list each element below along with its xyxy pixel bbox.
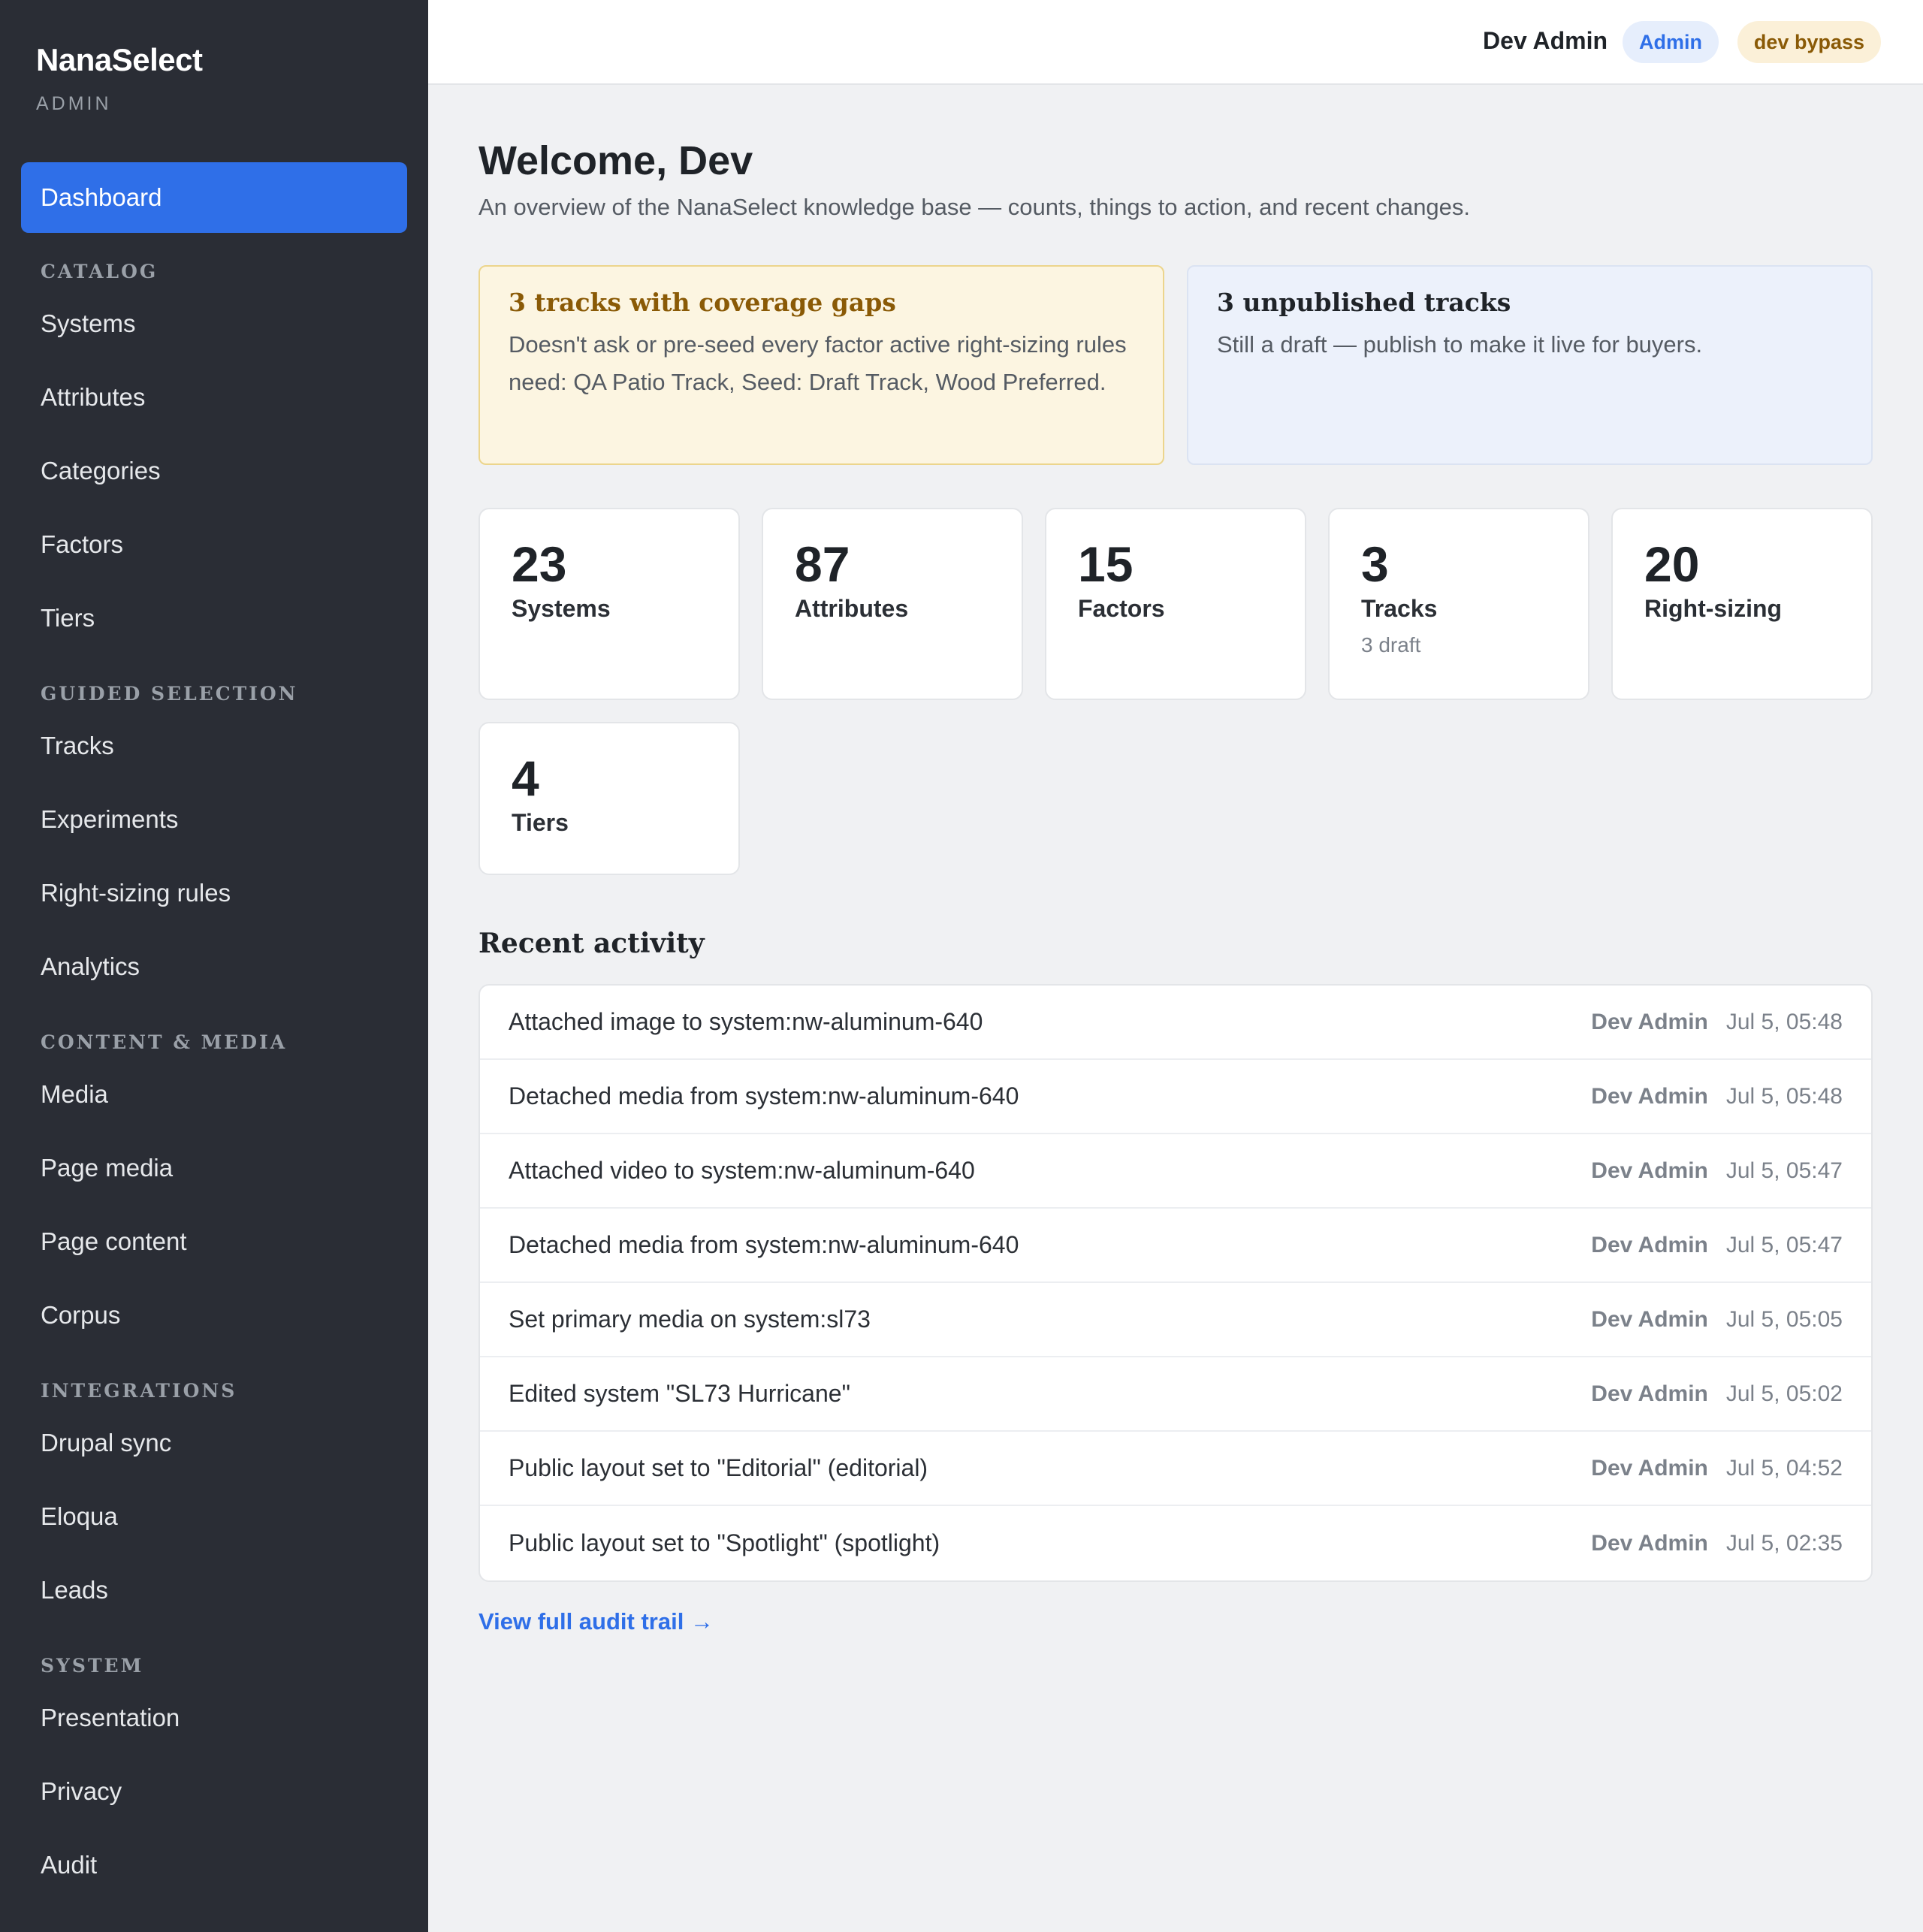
activity-row: Edited system "SL73 Hurricane" Dev Admin J…: [480, 1357, 1871, 1432]
sidebar-item-right-sizing-rules[interactable]: Right-sizing rules: [21, 856, 407, 930]
stat-label: Factors: [1078, 595, 1165, 622]
activity-user: Dev Admin: [1591, 1232, 1708, 1257]
activity-user: Dev Admin: [1591, 1455, 1708, 1481]
activity-row: Public layout set to "Editorial" (editor…: [480, 1432, 1871, 1506]
sidebar-item-tiers[interactable]: Tiers: [21, 581, 407, 655]
sidebar-item-presentation[interactable]: Presentation: [21, 1681, 407, 1755]
stat-label: Tracks: [1361, 595, 1438, 622]
sidebar-item-experiments[interactable]: Experiments: [21, 783, 407, 856]
sidebar-item-leads[interactable]: Leads: [21, 1553, 407, 1627]
brand-name: NanaSelect: [36, 42, 203, 77]
page-subtitle: An overview of the NanaSelect knowledge …: [478, 194, 1471, 220]
activity-row: Detached media from system:nw-aluminum-6…: [480, 1060, 1871, 1134]
stat-card-tracks[interactable]: 3 Tracks 3 draft: [1328, 508, 1589, 700]
activity-timestamp: Jul 5, 05:02: [1725, 1381, 1843, 1406]
stat-card-attributes[interactable]: 87 Attributes: [762, 508, 1023, 700]
page-title: Welcome, Dev: [478, 138, 753, 183]
sidebar: NanaSelect ADMIN Dashboard CATALOG Systems…: [0, 0, 428, 1932]
sidebar-section-integrations: INTEGRATIONS: [41, 1380, 237, 1402]
activity-row: Attached video to system:nw-aluminum-640…: [480, 1134, 1871, 1209]
dev-bypass-badge: dev bypass: [1737, 21, 1881, 63]
sidebar-item-audit[interactable]: Audit: [21, 1828, 407, 1902]
brand-subtitle: ADMIN: [36, 93, 112, 114]
activity-description: Public layout set to "Spotlight" (spotli…: [509, 1529, 940, 1556]
sidebar-item-analytics[interactable]: Analytics: [21, 930, 407, 1004]
sidebar-item-corpus[interactable]: Corpus: [21, 1278, 407, 1352]
activity-description: Edited system "SL73 Hurricane": [509, 1380, 850, 1407]
stat-card-tiers[interactable]: 4 Tiers: [478, 722, 740, 875]
stat-label: Attributes: [795, 595, 909, 622]
view-audit-trail-link[interactable]: View full audit trail →: [478, 1608, 714, 1635]
activity-user: Dev Admin: [1591, 1530, 1708, 1556]
sidebar-nav: Dashboard CATALOG Systems Attributes Categor…: [21, 162, 407, 1902]
stat-label: Right-sizing: [1644, 595, 1783, 622]
activity-timestamp: Jul 5, 04:52: [1725, 1455, 1843, 1481]
activity-row: Detached media from system:nw-aluminum-6…: [480, 1209, 1871, 1283]
unpublished-tracks-body: Still a draft — publish to make it live …: [1217, 331, 1703, 358]
sidebar-item-categories[interactable]: Categories: [21, 434, 407, 508]
sidebar-item-page-media[interactable]: Page media: [21, 1131, 407, 1205]
stat-card-right-sizing[interactable]: 20 Right-sizing: [1611, 508, 1873, 700]
activity-timestamp: Jul 5, 05:47: [1725, 1232, 1843, 1257]
sidebar-item-media[interactable]: Media: [21, 1058, 407, 1131]
sidebar-item-tracks[interactable]: Tracks: [21, 709, 407, 783]
activity-description: Detached media from system:nw-aluminum-6…: [509, 1231, 1019, 1258]
sidebar-item-dashboard[interactable]: Dashboard: [21, 162, 407, 233]
current-user-name: Dev Admin: [1483, 27, 1608, 54]
stat-label: Tiers: [512, 809, 569, 836]
sidebar-item-privacy[interactable]: Privacy: [21, 1755, 407, 1828]
stat-value: 20: [1644, 536, 1700, 592]
sidebar-section-guided-selection: GUIDED SELECTION: [41, 683, 298, 705]
sidebar-item-systems[interactable]: Systems: [21, 287, 407, 361]
stat-value: 87: [795, 536, 850, 592]
sidebar-item-eloqua[interactable]: Eloqua: [21, 1480, 407, 1553]
activity-description: Public layout set to "Editorial" (editor…: [509, 1454, 928, 1481]
activity-user: Dev Admin: [1591, 1306, 1708, 1332]
coverage-gaps-body: Doesn't ask or pre-seed every factor act…: [509, 331, 1127, 395]
topbar: Dev Admin Admin dev bypass: [428, 0, 1923, 85]
sidebar-item-attributes[interactable]: Attributes: [21, 361, 407, 434]
activity-description: Set primary media on system:sl73: [509, 1306, 871, 1333]
recent-activity-heading: Recent activity: [478, 928, 705, 959]
sidebar-section-content-media: CONTENT & MEDIA: [41, 1031, 288, 1053]
sidebar-item-drupal-sync[interactable]: Drupal sync: [21, 1406, 407, 1480]
stat-note: 3 draft: [1361, 633, 1421, 657]
activity-description: Attached image to system:nw-aluminum-640: [509, 1008, 983, 1035]
role-badge: Admin: [1623, 21, 1719, 63]
stat-value: 23: [512, 536, 567, 592]
activity-timestamp: Jul 5, 05:05: [1725, 1306, 1843, 1332]
stat-card-systems[interactable]: 23 Systems: [478, 508, 740, 700]
activity-timestamp: Jul 5, 02:35: [1725, 1530, 1843, 1556]
stat-card-factors[interactable]: 15 Factors: [1045, 508, 1306, 700]
sidebar-item-page-content[interactable]: Page content: [21, 1205, 407, 1278]
activity-user: Dev Admin: [1591, 1158, 1708, 1183]
unpublished-tracks-alert: 3 unpublished tracks Still a draft — pub…: [1187, 265, 1873, 465]
activity-timestamp: Jul 5, 05:48: [1725, 1009, 1843, 1034]
activity-row: Set primary media on system:sl73 Dev Admi…: [480, 1283, 1871, 1357]
activity-user: Dev Admin: [1591, 1381, 1708, 1406]
sidebar-section-catalog: CATALOG: [41, 261, 158, 282]
activity-row: Public layout set to "Spotlight" (spotli…: [480, 1506, 1871, 1580]
brand: NanaSelect ADMIN: [36, 42, 203, 115]
activity-row: Attached image to system:nw-aluminum-640…: [480, 986, 1871, 1060]
activity-description: Attached video to system:nw-aluminum-640: [509, 1157, 975, 1184]
unpublished-tracks-title: 3 unpublished tracks: [1217, 288, 1511, 317]
activity-user: Dev Admin: [1591, 1009, 1708, 1034]
recent-activity-list: Attached image to system:nw-aluminum-640…: [478, 984, 1873, 1582]
activity-timestamp: Jul 5, 05:48: [1725, 1083, 1843, 1109]
stat-label: Systems: [512, 595, 611, 622]
sidebar-item-factors[interactable]: Factors: [21, 508, 407, 581]
stat-value: 4: [512, 750, 539, 806]
stat-value: 15: [1078, 536, 1134, 592]
activity-description: Detached media from system:nw-aluminum-6…: [509, 1082, 1019, 1109]
stat-value: 3: [1361, 536, 1389, 592]
activity-user: Dev Admin: [1591, 1083, 1708, 1109]
coverage-gaps-title: 3 tracks with coverage gaps: [509, 288, 896, 317]
activity-timestamp: Jul 5, 05:47: [1725, 1158, 1843, 1183]
coverage-gaps-alert: 3 tracks with coverage gaps Doesn't ask …: [478, 265, 1164, 465]
sidebar-section-system: SYSTEM: [41, 1655, 144, 1677]
